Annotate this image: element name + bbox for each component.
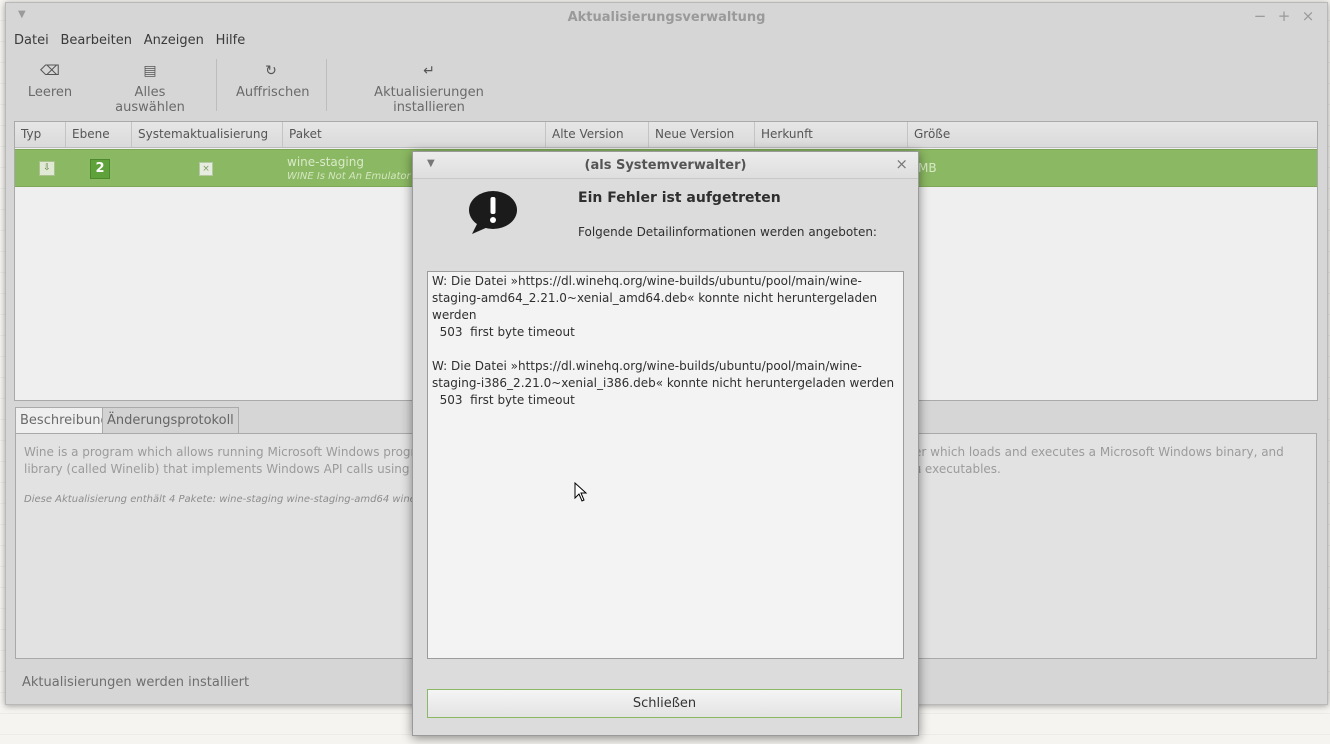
- menu-bar: Datei Bearbeiten Anzeigen Hilfe: [6, 31, 1327, 53]
- error-bubble-icon: [468, 190, 518, 239]
- error-details-box[interactable]: W: Die Datei »https://dl.winehq.org/wine…: [427, 271, 904, 659]
- column-old-version[interactable]: Alte Version: [546, 122, 649, 147]
- packages-line: Diese Aktualisierung enthält 4 Pakete: w…: [24, 494, 435, 505]
- error-details-text: W: Die Datei »https://dl.winehq.org/wine…: [432, 274, 895, 407]
- column-size[interactable]: Größe: [908, 122, 1317, 147]
- enter-icon: ↵: [423, 63, 435, 79]
- column-level[interactable]: Ebene: [66, 122, 132, 147]
- dialog-close-icon[interactable]: ×: [895, 155, 908, 173]
- tab-changelog[interactable]: Änderungsprotokoll: [102, 407, 239, 433]
- install-label: Aktualisierungen installieren: [374, 85, 484, 115]
- mouse-cursor-icon: [574, 482, 588, 502]
- refresh-button[interactable]: ↻ Auffrischen: [236, 55, 310, 113]
- backspace-icon: ⌫: [40, 63, 60, 79]
- error-subheading: Folgende Detailinformationen werden ange…: [578, 225, 877, 239]
- toolbar: ⌫ Leeren ▤ Alles auswählen ↻ Auffrischen…: [6, 55, 1327, 115]
- install-updates-button[interactable]: ↵ Aktualisierungen installieren: [348, 55, 510, 115]
- download-icon: ⇩: [39, 161, 55, 176]
- error-dialog: ▼ (als Systemverwalter) × Ein Fehler ist…: [412, 151, 919, 736]
- toolbar-separator: [326, 59, 327, 111]
- level-badge: 2: [90, 159, 110, 179]
- maximize-icon[interactable]: +: [1275, 7, 1293, 25]
- window-title: Aktualisierungsverwaltung: [567, 10, 766, 25]
- description-line2-right: x executables.: [914, 462, 1001, 476]
- column-origin[interactable]: Herkunft: [755, 122, 908, 147]
- close-icon[interactable]: ×: [1299, 7, 1317, 25]
- description-line2-left: library (called Winelib) that implements…: [24, 462, 454, 476]
- close-button[interactable]: Schließen: [427, 689, 902, 718]
- select-all-label: Alles auswählen: [115, 85, 185, 115]
- minimize-icon[interactable]: −: [1251, 7, 1269, 25]
- package-size: MB: [918, 161, 937, 175]
- checkbox-icon[interactable]: ×: [199, 162, 213, 176]
- status-text: Aktualisierungen werden installiert: [22, 675, 250, 690]
- menu-help[interactable]: Hilfe: [212, 31, 250, 48]
- refresh-icon: ↻: [265, 63, 277, 79]
- toolbar-separator: [216, 59, 217, 111]
- column-system-update[interactable]: Systemaktualisierung: [132, 122, 283, 147]
- refresh-label: Auffrischen: [236, 85, 310, 100]
- document-icon: ▤: [143, 63, 157, 79]
- dialog-title: (als Systemverwalter): [584, 158, 747, 173]
- package-description: WINE Is Not An Emulator -: [287, 171, 418, 182]
- dialog-title-bar: ▼ (als Systemverwalter) ×: [413, 152, 918, 179]
- menu-file[interactable]: Datei: [10, 31, 53, 48]
- description-line1-left: Wine is a program which allows running M…: [24, 445, 441, 459]
- select-all-button[interactable]: ▤ Alles auswählen: [102, 55, 198, 115]
- tab-description[interactable]: Beschreibung: [15, 407, 114, 433]
- table-header: Typ Ebene Systemaktualisierung Paket Alt…: [15, 122, 1317, 148]
- title-bar: ▼ Aktualisierungsverwaltung − + ×: [6, 3, 1327, 31]
- menu-edit[interactable]: Bearbeiten: [57, 31, 136, 48]
- menu-view[interactable]: Anzeigen: [140, 31, 208, 48]
- column-new-version[interactable]: Neue Version: [649, 122, 755, 147]
- error-heading: Ein Fehler ist aufgetreten: [578, 190, 781, 206]
- clear-button[interactable]: ⌫ Leeren: [26, 55, 74, 113]
- column-package[interactable]: Paket: [283, 122, 546, 147]
- package-name: wine-staging: [287, 155, 364, 169]
- column-type[interactable]: Typ: [15, 122, 66, 147]
- clear-label: Leeren: [27, 85, 73, 100]
